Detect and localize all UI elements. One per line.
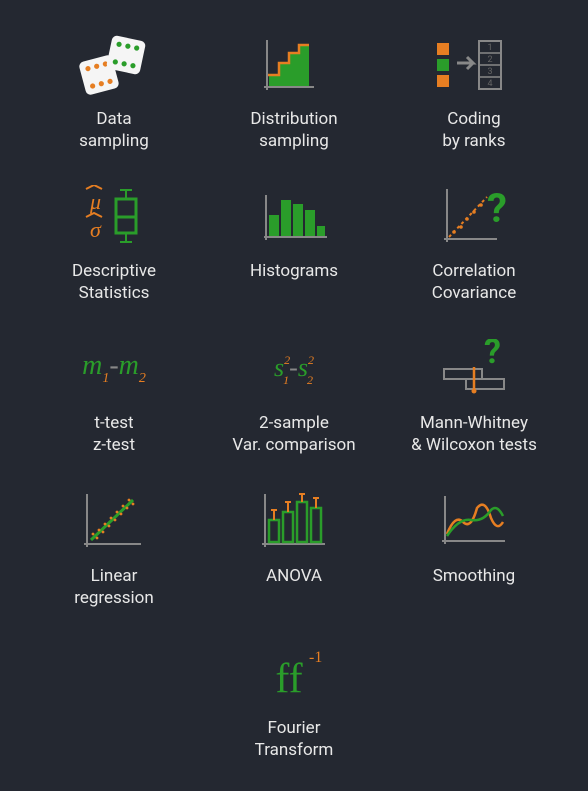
tool-t-test-z-test[interactable]: m1-m2 t-test z-test	[44, 334, 184, 456]
distribution-icon	[249, 30, 339, 100]
tool-smoothing[interactable]: Smoothing	[404, 487, 544, 609]
tool-label: Linear regression	[74, 565, 154, 609]
tool-anova[interactable]: ANOVA	[224, 487, 364, 609]
tool-label: Coding by ranks	[442, 108, 505, 152]
tool-label: Data sampling	[79, 108, 149, 152]
svg-text:μ: μ	[89, 189, 101, 214]
svg-text:-1: -1	[309, 649, 322, 666]
ttest-icon: m1-m2	[69, 334, 159, 404]
tool-label: 2-sample Var. comparison	[232, 412, 355, 456]
linear-regression-icon	[69, 487, 159, 557]
tool-correlation-covariance[interactable]: ? Correlation Covariance	[404, 182, 544, 304]
smoothing-icon	[429, 487, 519, 557]
tool-data-sampling[interactable]: Data sampling	[44, 30, 184, 152]
tool-label: Distribution sampling	[250, 108, 337, 152]
tool-label: Smoothing	[433, 565, 515, 587]
correlation-icon: ?	[429, 182, 519, 252]
tool-histograms[interactable]: Histograms	[224, 182, 364, 304]
svg-text:s21-s22: s21-s22	[274, 353, 314, 387]
tools-grid: Data sampling Distribution sampling	[0, 0, 588, 791]
svg-text:?: ?	[487, 187, 507, 232]
anova-icon	[249, 487, 339, 557]
svg-text:4: 4	[487, 79, 492, 89]
tool-descriptive-statistics[interactable]: μ σ Descriptive Statistics	[44, 182, 184, 304]
svg-text:?: ?	[484, 339, 501, 372]
tool-label: Mann-Whitney & Wilcoxon tests	[411, 412, 537, 456]
svg-text:2: 2	[487, 55, 492, 65]
var-comparison-icon: s21-s22	[249, 334, 339, 404]
tool-fourier-transform[interactable]: ff -1 Fourier Transform	[224, 639, 364, 761]
tool-label: ANOVA	[266, 565, 322, 587]
svg-text:σ: σ	[90, 217, 102, 242]
fourier-icon: ff -1	[249, 639, 339, 709]
mann-whitney-icon: ?	[429, 334, 519, 404]
svg-text:m1-m2: m1-m2	[82, 350, 146, 386]
svg-text:3: 3	[487, 67, 492, 77]
histogram-icon	[249, 182, 339, 252]
descriptive-icon: μ σ	[69, 182, 159, 252]
tool-two-sample-var[interactable]: s21-s22 2-sample Var. comparison	[224, 334, 364, 456]
tool-coding-by-ranks[interactable]: 1 2 3 4 Coding by ranks	[404, 30, 544, 152]
ranks-icon: 1 2 3 4	[429, 30, 519, 100]
tool-linear-regression[interactable]: Linear regression	[44, 487, 184, 609]
tool-label: Correlation Covariance	[432, 260, 516, 304]
tool-label: Descriptive Statistics	[72, 260, 156, 304]
tool-label: Histograms	[250, 260, 338, 282]
tool-label: Fourier Transform	[255, 717, 334, 761]
tool-label: t-test z-test	[93, 412, 135, 456]
tool-mann-whitney-wilcoxon[interactable]: ? Mann-Whitney & Wilcoxon tests	[404, 334, 544, 456]
tool-distribution-sampling[interactable]: Distribution sampling	[224, 30, 364, 152]
svg-text:ff: ff	[275, 656, 302, 702]
dice-icon	[69, 30, 159, 100]
svg-text:1: 1	[487, 43, 492, 53]
